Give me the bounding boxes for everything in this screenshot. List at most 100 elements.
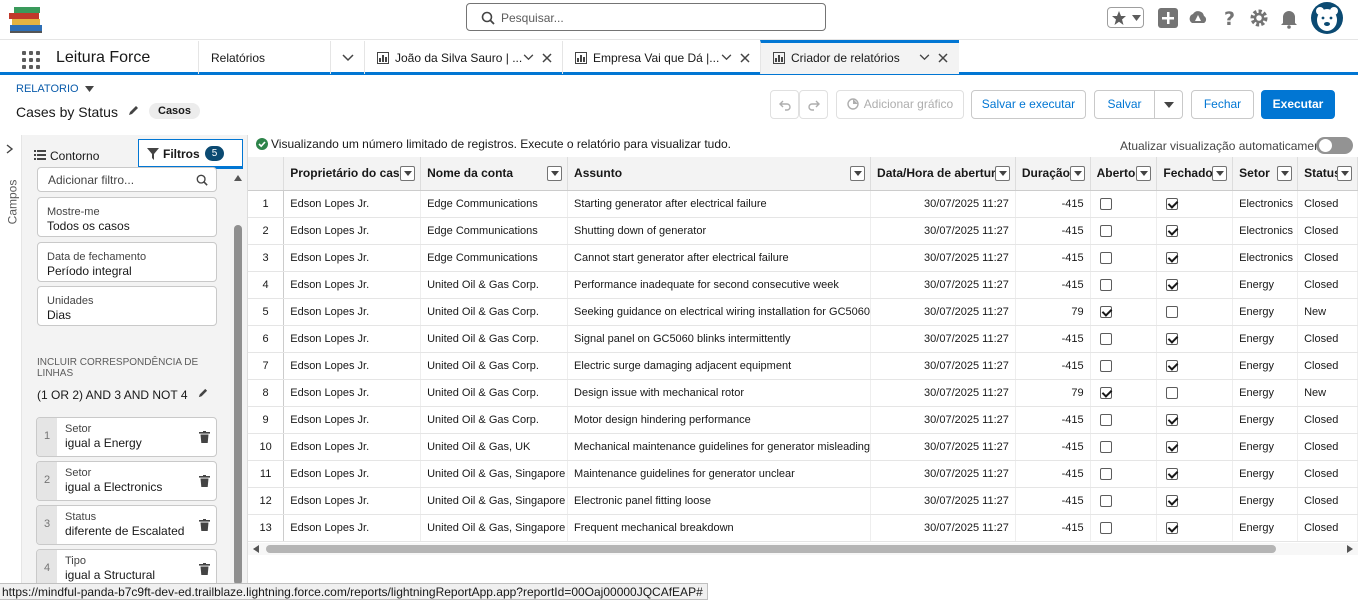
tab-reports-menu[interactable] <box>330 41 364 74</box>
trash-icon[interactable] <box>199 475 210 487</box>
filter-logic-heading: INCLUIR CORRESPONDÊNCIA DE LINHAS <box>37 357 199 379</box>
column-menu-icon[interactable] <box>1069 166 1085 181</box>
table-row[interactable]: 1 Edson Lopes Jr. Edge Communications Start… <box>248 190 1358 218</box>
table-row[interactable]: 8 Edson Lopes Jr. United Oil & Gas Corp. De… <box>248 379 1358 407</box>
undo-button[interactable] <box>770 90 799 119</box>
table-row[interactable]: 13 Edson Lopes Jr. United Oil & Gas, Singa… <box>248 514 1358 542</box>
auto-update-toggle[interactable] <box>1316 137 1353 154</box>
custom-filter-3[interactable]: 3 Status diferente de Escalated <box>36 505 217 545</box>
filter-condition: igual a Structural <box>65 568 156 582</box>
filter-units[interactable]: Unidades Dias <box>37 286 217 326</box>
scroll-right-arrow-icon[interactable] <box>1347 545 1353 553</box>
pencil-edit-icon[interactable] <box>197 388 208 399</box>
column-menu-icon[interactable] <box>1337 166 1352 181</box>
custom-filter-2[interactable]: 2 Setor igual a Electronics <box>36 461 217 501</box>
close-icon[interactable] <box>938 53 948 63</box>
table-row[interactable]: 9 Edson Lopes Jr. United Oil & Gas Corp. Mo… <box>248 406 1358 434</box>
column-menu-icon[interactable] <box>1136 166 1152 181</box>
table-row[interactable]: 12 Edson Lopes Jr. United Oil & Gas, Singa… <box>248 487 1358 515</box>
column-header[interactable]: Status <box>1297 157 1358 191</box>
chevron-down-icon[interactable] <box>721 54 732 61</box>
favorites-button[interactable] <box>1107 7 1144 28</box>
column-header[interactable]: Fechado <box>1156 157 1234 191</box>
column-header[interactable]: Proprietário do caso <box>283 157 422 191</box>
app-launcher-waffle-icon[interactable] <box>22 51 40 69</box>
column-header[interactable]: Aberto <box>1090 157 1158 191</box>
status-cell: Closed <box>1297 271 1358 299</box>
trash-icon[interactable] <box>199 431 210 443</box>
table-row[interactable]: 6 Edson Lopes Jr. United Oil & Gas Corp. Si… <box>248 325 1358 353</box>
close-button[interactable]: Fechar <box>1191 90 1254 119</box>
tab-empresa[interactable]: Empresa Vai que Dá |... <box>562 41 760 74</box>
chevron-right-icon <box>6 144 14 154</box>
unchecked-checkbox-icon <box>1099 197 1112 210</box>
column-header[interactable]: Duração <box>1015 157 1091 191</box>
checked-checkbox-icon <box>1166 224 1179 237</box>
column-header[interactable]: Data/Hora de abertura <box>870 157 1016 191</box>
add-filter-input[interactable]: Adicionar filtro... <box>37 167 217 192</box>
notifications-bell-icon[interactable] <box>1278 7 1300 29</box>
table-row[interactable]: 10 Edson Lopes Jr. United Oil & Gas, UK Mec… <box>248 433 1358 461</box>
subject-cell: Mechanical maintenance guidelines for ge… <box>567 433 872 461</box>
filter-field: Setor <box>65 423 92 435</box>
run-button[interactable]: Executar <box>1261 90 1335 119</box>
table-scroll-thumb[interactable] <box>266 545 1276 553</box>
tab-filters[interactable]: Filtros 5 <box>138 139 243 169</box>
close-icon[interactable] <box>740 53 750 63</box>
save-and-run-button[interactable]: Salvar e executar <box>971 90 1086 119</box>
tab-outline[interactable]: Contorno <box>33 139 128 169</box>
open-checkbox-cell <box>1090 406 1158 434</box>
table-row[interactable]: 7 Edson Lopes Jr. United Oil & Gas Corp. El… <box>248 352 1358 380</box>
table-row[interactable]: 2 Edson Lopes Jr. Edge Communications Shutt… <box>248 217 1358 245</box>
chevron-down-icon[interactable] <box>919 54 930 61</box>
table-row[interactable]: 5 Edson Lopes Jr. United Oil & Gas Corp. Se… <box>248 298 1358 326</box>
table-horizontal-scrollbar[interactable] <box>248 543 1358 555</box>
table-row[interactable]: 11 Edson Lopes Jr. United Oil & Gas, Singa… <box>248 460 1358 488</box>
table-row[interactable]: 4 Edson Lopes Jr. United Oil & Gas Corp. Pe… <box>248 271 1358 299</box>
app-logo-books-icon[interactable] <box>6 3 46 35</box>
global-add-icon[interactable] <box>1157 7 1179 29</box>
column-header[interactable]: Assunto <box>567 157 872 191</box>
redo-button[interactable] <box>799 90 828 119</box>
global-search-input[interactable]: Pesquisar... <box>466 3 826 31</box>
report-label[interactable]: RELATORIO <box>16 83 94 95</box>
gear-icon[interactable] <box>1248 7 1270 29</box>
trash-icon[interactable] <box>199 563 210 575</box>
filter-show-me[interactable]: Mostre-me Todos os casos <box>37 197 217 237</box>
column-header-label: Data/Hora de abertura <box>877 166 1003 181</box>
trailhead-cloud-icon[interactable] <box>1187 7 1209 29</box>
filter-close-date[interactable]: Data de fechamento Período integral <box>37 242 217 282</box>
help-icon[interactable]: ? <box>1219 7 1241 29</box>
save-button[interactable]: Salvar <box>1094 90 1155 119</box>
scroll-left-arrow-icon[interactable] <box>253 545 259 553</box>
column-header-label: Status <box>1304 166 1341 181</box>
unchecked-checkbox-icon <box>1099 467 1112 480</box>
column-menu-icon[interactable] <box>547 166 563 181</box>
table-row[interactable]: 3 Edson Lopes Jr. Edge Communications Canno… <box>248 244 1358 272</box>
trash-icon[interactable] <box>199 519 210 531</box>
tab-report-builder[interactable]: Criador de relatórios <box>760 40 959 74</box>
column-menu-icon[interactable] <box>1212 166 1228 181</box>
user-avatar[interactable] <box>1311 2 1343 34</box>
closed-checkbox-cell <box>1156 190 1234 218</box>
column-menu-icon[interactable] <box>850 166 866 181</box>
close-icon[interactable] <box>542 53 552 63</box>
tab-reports[interactable]: Relatórios <box>198 41 330 74</box>
column-menu-icon[interactable] <box>1277 166 1293 181</box>
tab-joao-da-silva[interactable]: João da Silva Sauro | ... <box>364 41 562 74</box>
custom-filter-1[interactable]: 1 Setor igual a Energy <box>36 417 217 457</box>
subject-cell: Design issue with mechanical rotor <box>567 379 872 407</box>
save-menu-button[interactable] <box>1154 90 1183 119</box>
column-menu-icon[interactable] <box>400 166 416 181</box>
add-chart-button[interactable]: Adicionar gráfico <box>836 90 964 119</box>
duration-cell: -415 <box>1015 325 1091 353</box>
fields-rail[interactable]: Campos <box>0 135 22 585</box>
pencil-edit-icon[interactable] <box>127 105 139 117</box>
panel-scroll-thumb[interactable] <box>234 225 242 585</box>
chevron-down-icon[interactable] <box>523 54 534 61</box>
column-header[interactable]: Nome da conta <box>420 157 569 191</box>
column-header[interactable]: Setor <box>1232 157 1299 191</box>
panel-scrollbar[interactable] <box>233 175 243 585</box>
row-number-header <box>248 157 285 191</box>
column-menu-icon[interactable] <box>994 166 1010 181</box>
